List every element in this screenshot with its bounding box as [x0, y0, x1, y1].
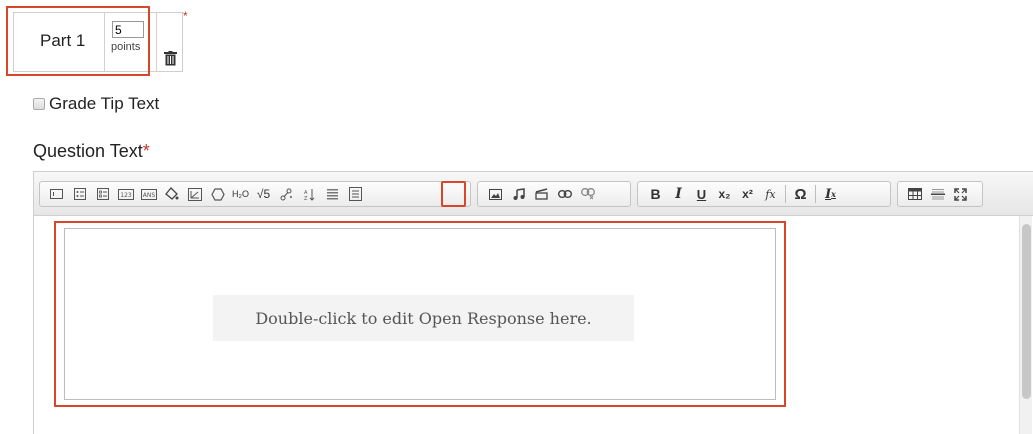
checkbox-list-icon[interactable]	[91, 183, 114, 205]
part-divider	[104, 13, 105, 71]
open-response-highlight-box: Double-click to edit Open Response here.	[54, 221, 786, 407]
scrollbar-thumb[interactable]	[1022, 224, 1031, 399]
trash-icon[interactable]	[164, 51, 177, 66]
sort-icon[interactable]: AZ	[298, 183, 321, 205]
unlink-icon[interactable]	[576, 183, 599, 205]
image-icon[interactable]	[484, 183, 507, 205]
superscript-icon[interactable]: x²	[736, 183, 759, 205]
stack-icon[interactable]	[321, 183, 344, 205]
editor-toolbar: 123 ANS H₂O √5 AZ B I U x₂ x² fx Ω I x	[34, 172, 1033, 216]
grade-tip-label: Grade Tip Text	[49, 94, 160, 113]
molecule-icon[interactable]	[275, 183, 298, 205]
grade-tip-checkbox[interactable]	[33, 98, 45, 110]
required-marker: *	[183, 9, 188, 23]
toolbar-group-widgets: 123 ANS H₂O √5 AZ	[39, 181, 471, 207]
answer-input-icon[interactable]: ANS	[137, 183, 160, 205]
video-icon[interactable]	[530, 183, 553, 205]
square-root-icon[interactable]: √5	[252, 183, 275, 205]
multiple-choice-icon[interactable]	[68, 183, 91, 205]
points-label: points	[111, 41, 141, 53]
open-response-icon[interactable]	[344, 183, 367, 205]
required-marker: *	[142, 141, 150, 161]
graph-icon[interactable]	[183, 183, 206, 205]
open-response-widget[interactable]: Double-click to edit Open Response here.	[64, 228, 776, 400]
horizontal-rule-icon[interactable]	[926, 183, 949, 205]
paint-bucket-icon[interactable]	[160, 183, 183, 205]
svg-text:Z: Z	[304, 196, 308, 201]
audio-icon[interactable]	[507, 183, 530, 205]
toolbar-group-layout	[897, 181, 983, 207]
delete-part-button[interactable]	[156, 13, 184, 71]
question-text-label: Question Text	[33, 141, 143, 161]
italic-icon[interactable]: I	[667, 183, 690, 205]
subscript-icon[interactable]: x₂	[713, 183, 736, 205]
svg-text:ANS: ANS	[142, 192, 155, 199]
clear-formatting-icon[interactable]: Ix	[819, 183, 842, 205]
editor-content-area[interactable]: Double-click to edit Open Response here.	[34, 216, 1033, 434]
table-icon[interactable]	[903, 183, 926, 205]
bold-icon[interactable]: B	[644, 183, 667, 205]
toolbar-separator	[815, 185, 816, 203]
svg-text:123: 123	[120, 192, 132, 199]
editor-scrollbar[interactable]	[1019, 216, 1032, 434]
underline-icon[interactable]: U	[690, 183, 713, 205]
toolbar-group-media	[477, 181, 631, 207]
numeric-input-icon[interactable]: 123	[114, 183, 137, 205]
rich-text-editor: 123 ANS H₂O √5 AZ B I U x₂ x² fx Ω I x D…	[33, 171, 1033, 434]
open-response-prompt[interactable]: Double-click to edit Open Response here.	[213, 295, 634, 341]
grade-tip-toggle[interactable]: Grade Tip Text	[33, 94, 159, 114]
part-tab[interactable]: Part 1 points	[13, 12, 183, 72]
special-character-icon[interactable]: Ω	[789, 183, 812, 205]
part-label[interactable]: Part 1	[40, 31, 85, 51]
shape-icon[interactable]	[206, 183, 229, 205]
toolbar-separator	[785, 185, 786, 203]
points-input[interactable]	[112, 21, 144, 38]
formula-icon[interactable]: fx	[759, 183, 782, 205]
fullscreen-icon[interactable]	[949, 183, 972, 205]
toolbar-group-formatting: B I U x₂ x² fx Ω Ix	[637, 181, 891, 207]
link-icon[interactable]	[553, 183, 576, 205]
text-input-icon[interactable]	[45, 183, 68, 205]
chemistry-icon[interactable]: H₂O	[229, 183, 252, 205]
question-text-title: Question Text*	[33, 141, 150, 162]
